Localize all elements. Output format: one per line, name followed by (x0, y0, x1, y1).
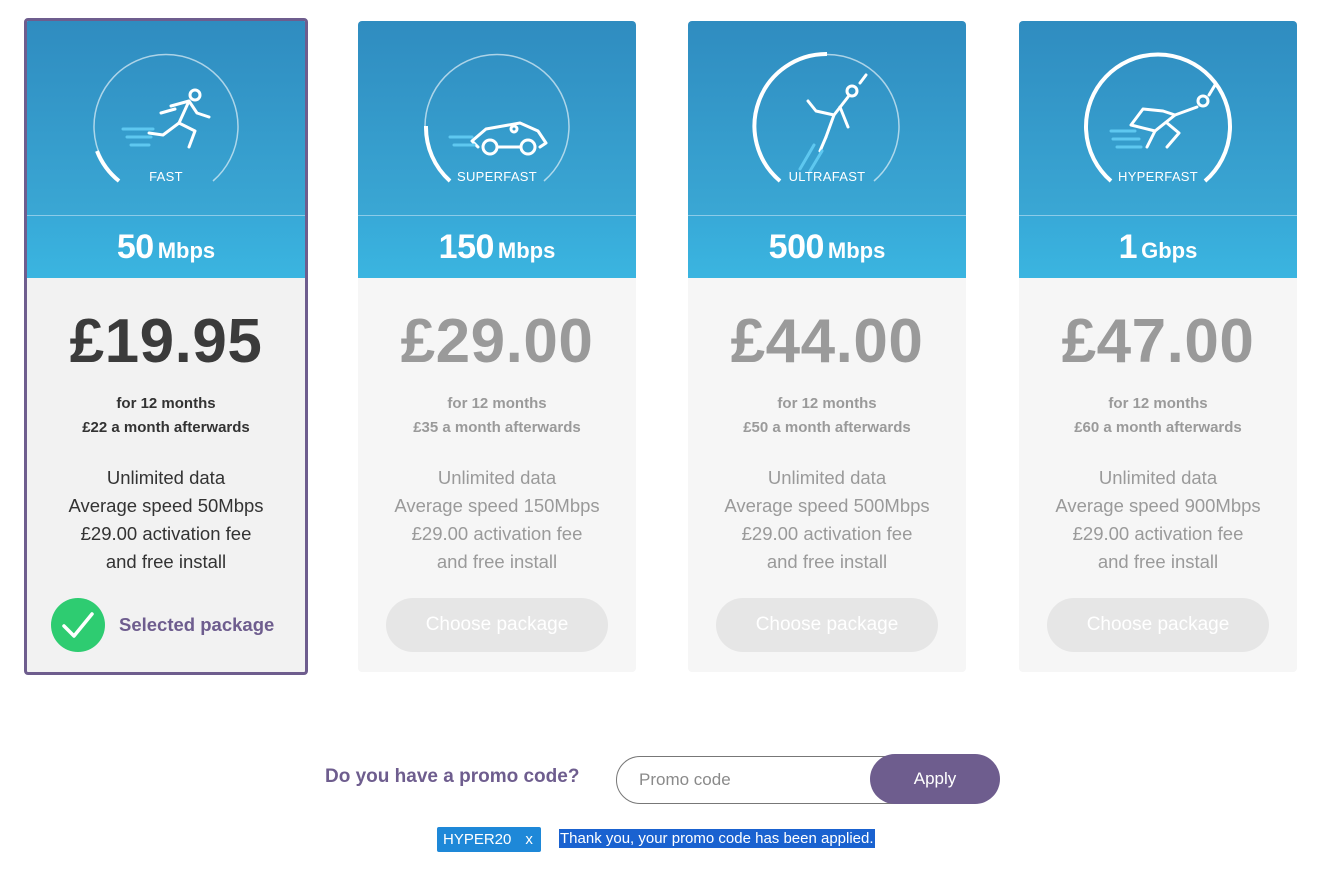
speed-value: 1 (1118, 227, 1138, 266)
feature-item: Unlimited data (437, 467, 557, 488)
speed-bar: 500 Mbps (688, 216, 966, 278)
speed-value: 500 (768, 227, 825, 266)
feature-item: and free install (105, 551, 227, 572)
speed-bar: 50 Mbps (27, 216, 305, 278)
price-term: for 12 months (1108, 395, 1208, 412)
price-term: for 12 months (777, 395, 877, 412)
speed-bar: 150 Mbps (358, 216, 636, 278)
feature-list: Unlimited data Average speed 900Mbps £29… (1019, 464, 1297, 576)
feature-item: £29.00 activation fee (411, 523, 583, 544)
applied-code: HYPER20 (443, 831, 512, 848)
feature-item: Unlimited data (1098, 467, 1218, 488)
choose-package-button[interactable]: Choose package (716, 598, 938, 652)
check-icon (51, 598, 105, 652)
package-header: FAST (27, 21, 305, 216)
speed-value: 50 (116, 227, 154, 266)
price: £47.00 (1061, 307, 1255, 376)
feature-item: Average speed 500Mbps (724, 495, 930, 516)
feature-item: Unlimited data (767, 467, 887, 488)
promo-success-message: Thank you, your promo code has been appl… (559, 829, 875, 848)
price: £44.00 (730, 307, 924, 376)
package-header: HYPERFAST (1019, 21, 1297, 216)
feature-item: Average speed 900Mbps (1055, 495, 1261, 516)
tier-label: FAST (149, 169, 183, 184)
speed-unit: Mbps (157, 238, 216, 263)
feature-item: Average speed 50Mbps (68, 495, 264, 516)
selected-indicator: Selected package (51, 598, 305, 652)
tier-label: HYPERFAST (1118, 169, 1198, 184)
feature-item: £29.00 activation fee (1072, 523, 1244, 544)
feature-item: Unlimited data (106, 467, 226, 488)
race-car-icon (470, 121, 548, 156)
package-header: ULTRAFAST (688, 21, 966, 216)
tier-label: SUPERFAST (457, 169, 537, 184)
feature-item: £29.00 activation fee (741, 523, 913, 544)
package-card-fast[interactable]: FAST 50 Mbps £19.95 for 12 months £22 a … (24, 18, 308, 675)
speed-unit: Gbps (1141, 238, 1198, 263)
apply-button[interactable]: Apply (870, 754, 1000, 804)
package-card-ultrafast[interactable]: ULTRAFAST 500 Mbps £44.00 for 12 months … (688, 21, 966, 672)
price-after: £22 a month afterwards (82, 419, 250, 436)
speed-bar: 1 Gbps (1019, 216, 1297, 278)
selected-label: Selected package (119, 614, 275, 635)
package-header: SUPERFAST (358, 21, 636, 216)
package-card-hyperfast[interactable]: HYPERFAST 1 Gbps £47.00 for 12 months £6… (1019, 21, 1297, 672)
price: £19.95 (69, 307, 263, 376)
price-term: for 12 months (116, 395, 216, 412)
applied-code-chip: HYPER20 x (437, 827, 541, 852)
superhero-icon (1129, 83, 1217, 149)
price-after: £60 a month afterwards (1074, 419, 1242, 436)
choose-package-button[interactable]: Choose package (1047, 598, 1269, 652)
feature-item: £29.00 activation fee (80, 523, 252, 544)
price-after: £35 a month afterwards (413, 419, 581, 436)
feature-list: Unlimited data Average speed 150Mbps £29… (358, 464, 636, 576)
speed-unit: Mbps (827, 238, 886, 263)
feature-item: and free install (1097, 551, 1219, 572)
package-card-superfast[interactable]: SUPERFAST 150 Mbps £29.00 for 12 months … (358, 21, 636, 672)
remove-code-icon[interactable]: x (525, 831, 533, 848)
feature-item: Average speed 150Mbps (394, 495, 600, 516)
promo-question: Do you have a promo code? (325, 766, 580, 787)
feature-list: Unlimited data Average speed 50Mbps £29.… (27, 464, 305, 576)
feature-item: and free install (436, 551, 558, 572)
price: £29.00 (400, 307, 594, 376)
price-term: for 12 months (447, 395, 547, 412)
feature-list: Unlimited data Average speed 500Mbps £29… (688, 464, 966, 576)
feature-item: and free install (766, 551, 888, 572)
choose-package-button[interactable]: Choose package (386, 598, 608, 652)
runner-icon (147, 88, 211, 149)
rocket-person-icon (806, 73, 868, 153)
tier-label: ULTRAFAST (788, 169, 866, 184)
promo-code-input[interactable] (616, 756, 906, 804)
speed-value: 150 (438, 227, 495, 266)
price-after: £50 a month afterwards (743, 419, 911, 436)
speed-unit: Mbps (497, 238, 556, 263)
